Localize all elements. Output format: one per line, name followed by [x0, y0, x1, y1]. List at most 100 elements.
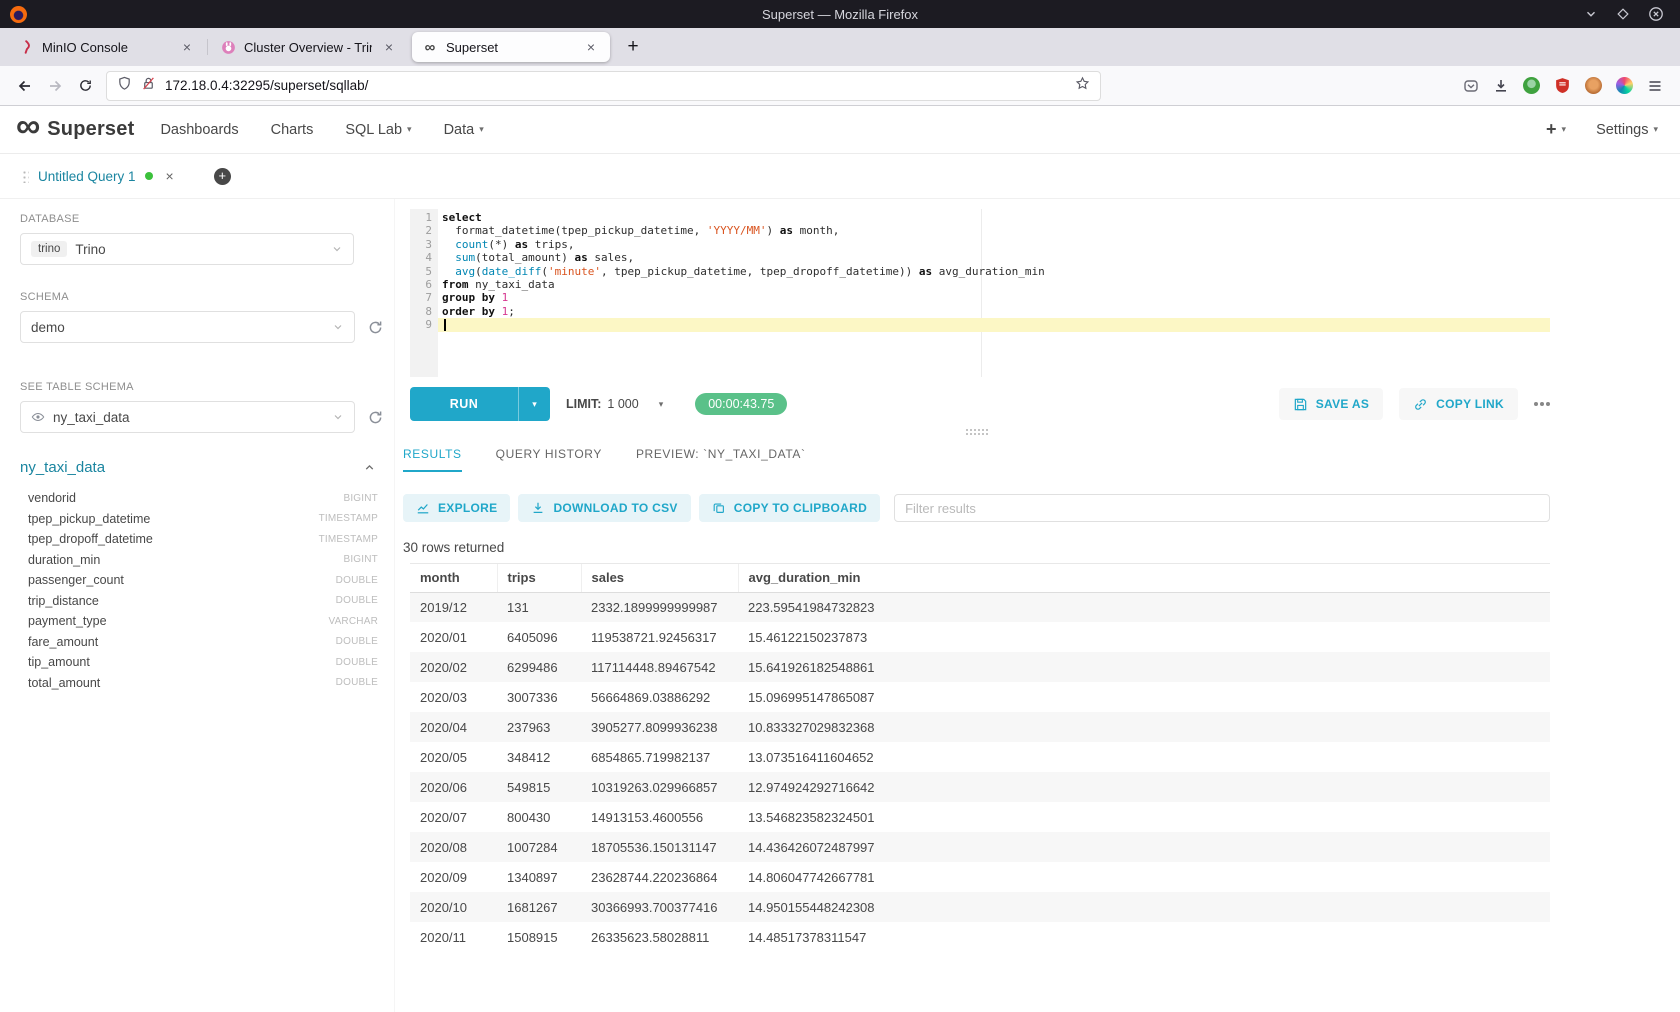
schema-select[interactable]: demo [20, 311, 355, 343]
table-row[interactable]: 2020/11150891526335623.5802881114.485173… [410, 922, 1550, 948]
filter-results-input[interactable] [894, 494, 1550, 522]
code-line-7[interactable]: group by 1 [438, 291, 1550, 304]
add-new-button[interactable]: +▾ [1546, 119, 1566, 140]
back-icon[interactable] [10, 71, 40, 101]
table-row[interactable]: 2020/042379633905277.809993623810.833327… [410, 712, 1550, 742]
save-as-button[interactable]: SAVE AS [1279, 388, 1383, 420]
limit-dropdown[interactable]: LIMIT: 1 000 ▾ [566, 397, 663, 411]
table-row[interactable]: 2020/0654981510319263.02996685712.974924… [410, 772, 1550, 802]
table-cell: 3007336 [497, 682, 581, 712]
refresh-schema-icon[interactable] [367, 319, 384, 336]
insecure-lock-icon[interactable] [141, 76, 156, 96]
sql-editor[interactable]: 123456789 select format_datetime(tpep_pi… [410, 209, 1550, 377]
panel-resize-handle[interactable] [966, 429, 988, 435]
nav-sql-lab[interactable]: SQL Lab▾ [345, 122, 411, 138]
bookmark-star-icon[interactable] [1075, 76, 1090, 96]
nav-dashboards[interactable]: Dashboards [160, 122, 238, 138]
code-line-4[interactable]: sum(total_amount) as sales, [438, 251, 1550, 264]
new-tab-button[interactable]: + [618, 32, 648, 62]
explore-button[interactable]: EXPLORE [403, 494, 510, 522]
table-row[interactable]: 2020/03300733656664869.0388629215.096995… [410, 682, 1550, 712]
run-options-caret-icon[interactable]: ▾ [518, 387, 550, 421]
table-row[interactable]: 2020/08100728418705536.15013114714.43642… [410, 832, 1550, 862]
tab-close-icon[interactable]: × [380, 39, 398, 55]
column-list-item[interactable]: total_amountDOUBLE [20, 673, 378, 694]
table-row[interactable]: 2020/053484126854865.71998213713.0735164… [410, 742, 1550, 772]
column-list-item[interactable]: tpep_dropoff_datetimeTIMESTAMP [20, 529, 378, 550]
run-label[interactable]: RUN [410, 387, 518, 421]
copy-clipboard-button[interactable]: COPY TO CLIPBOARD [699, 494, 880, 522]
column-list-item[interactable]: payment_typeVARCHAR [20, 611, 378, 632]
column-list-item[interactable]: trip_distanceDOUBLE [20, 591, 378, 612]
extension-pinwheel-icon[interactable] [1616, 77, 1633, 94]
copy-link-button[interactable]: COPY LINK [1399, 388, 1518, 420]
refresh-table-icon[interactable] [367, 409, 384, 426]
tracking-shield-icon[interactable] [117, 76, 132, 96]
code-line-6[interactable]: from ny_taxi_data [438, 278, 1550, 291]
chevron-up-icon[interactable] [363, 461, 376, 474]
nav-charts[interactable]: Charts [271, 122, 314, 138]
table-cell: 117114448.89467542 [581, 652, 738, 682]
window-close-icon[interactable] [1648, 6, 1664, 22]
tab-close-icon[interactable]: × [178, 39, 196, 55]
run-button[interactable]: RUN ▾ [410, 387, 550, 421]
query-tab-untitled[interactable]: Untitled Query 1 × [18, 154, 188, 199]
results-grid[interactable]: monthtripssalesavg_duration_min 2019/121… [410, 563, 1550, 948]
more-options-icon[interactable] [1534, 402, 1538, 406]
extension-badger-icon[interactable] [1585, 77, 1602, 94]
window-maximize-icon[interactable] [1616, 7, 1630, 21]
add-query-tab-button[interactable]: + [214, 168, 231, 185]
window-shade-icon[interactable] [1584, 7, 1598, 21]
extension-ublock-icon[interactable] [1554, 77, 1571, 94]
table-row[interactable]: 2020/09134089723628744.22023686414.80604… [410, 862, 1550, 892]
browser-tab-trino[interactable]: Cluster Overview - Trino × [210, 32, 408, 62]
browser-tab-superset[interactable]: ∞ Superset × [412, 32, 610, 62]
url-bar[interactable]: 172.18.0.4:32295/superset/sqllab/ [106, 71, 1101, 101]
column-list-item[interactable]: vendoridBIGINT [20, 488, 378, 509]
superset-logo[interactable]: ∞ Superset [16, 118, 134, 141]
browser-tab-minio[interactable]: MinIO Console × [8, 32, 206, 62]
tab-close-icon[interactable]: × [582, 39, 600, 55]
table-select[interactable]: ny_taxi_data [20, 401, 355, 433]
column-list-item[interactable]: fare_amountDOUBLE [20, 632, 378, 653]
column-header-month[interactable]: month [410, 564, 497, 592]
tab-preview[interactable]: PREVIEW: `NY_TAXI_DATA` [636, 447, 806, 472]
code-line-9[interactable] [438, 318, 1550, 331]
chevron-down-icon: ▾ [1562, 124, 1567, 135]
column-header-trips[interactable]: trips [497, 564, 581, 592]
column-list-item[interactable]: tip_amountDOUBLE [20, 652, 378, 673]
table-row[interactable]: 2019/121312332.1899999999987223.59541984… [410, 592, 1550, 622]
code-line-8[interactable]: order by 1; [438, 305, 1550, 318]
table-row[interactable]: 2020/0780043014913153.460055613.54682358… [410, 802, 1550, 832]
reload-icon[interactable] [70, 71, 100, 101]
column-list-item[interactable]: duration_minBIGINT [20, 550, 378, 571]
editor-pane: 123456789 select format_datetime(tpep_pi… [395, 199, 1680, 1012]
pocket-icon[interactable] [1456, 71, 1486, 101]
nav-data[interactable]: Data▾ [444, 122, 484, 138]
column-header-sales[interactable]: sales [581, 564, 738, 592]
chevron-down-icon: ▾ [479, 124, 484, 135]
editor-code[interactable]: select format_datetime(tpep_pickup_datet… [438, 209, 1550, 377]
table-row[interactable]: 2020/026299486117114448.8946754215.64192… [410, 652, 1550, 682]
code-line-1[interactable]: select [438, 211, 1550, 224]
code-line-2[interactable]: format_datetime(tpep_pickup_datetime, 'Y… [438, 224, 1550, 237]
column-list-item[interactable]: passenger_countDOUBLE [20, 570, 378, 591]
column-list-item[interactable]: tpep_pickup_datetimeTIMESTAMP [20, 509, 378, 530]
table-name-heading[interactable]: ny_taxi_data [20, 459, 105, 476]
extension-green-icon[interactable] [1523, 77, 1540, 94]
code-line-3[interactable]: count(*) as trips, [438, 238, 1550, 251]
downloads-icon[interactable] [1486, 71, 1516, 101]
table-row[interactable]: 2020/10168126730366993.70037741614.95015… [410, 892, 1550, 922]
url-text[interactable]: 172.18.0.4:32295/superset/sqllab/ [165, 78, 1066, 93]
tab-query-history[interactable]: QUERY HISTORY [496, 447, 602, 472]
forward-icon[interactable] [40, 71, 70, 101]
table-row[interactable]: 2020/016405096119538721.9245631715.46122… [410, 622, 1550, 652]
tab-results[interactable]: RESULTS [403, 447, 462, 472]
download-csv-button[interactable]: DOWNLOAD TO CSV [518, 494, 690, 522]
code-line-5[interactable]: avg(date_diff('minute', tpep_pickup_date… [438, 265, 1550, 278]
query-tab-close-icon[interactable]: × [166, 168, 174, 184]
database-select[interactable]: trino Trino [20, 233, 354, 265]
settings-menu[interactable]: Settings▾ [1596, 122, 1658, 138]
menu-icon[interactable] [1640, 71, 1670, 101]
column-header-avg_duration_min[interactable]: avg_duration_min [738, 564, 1550, 592]
